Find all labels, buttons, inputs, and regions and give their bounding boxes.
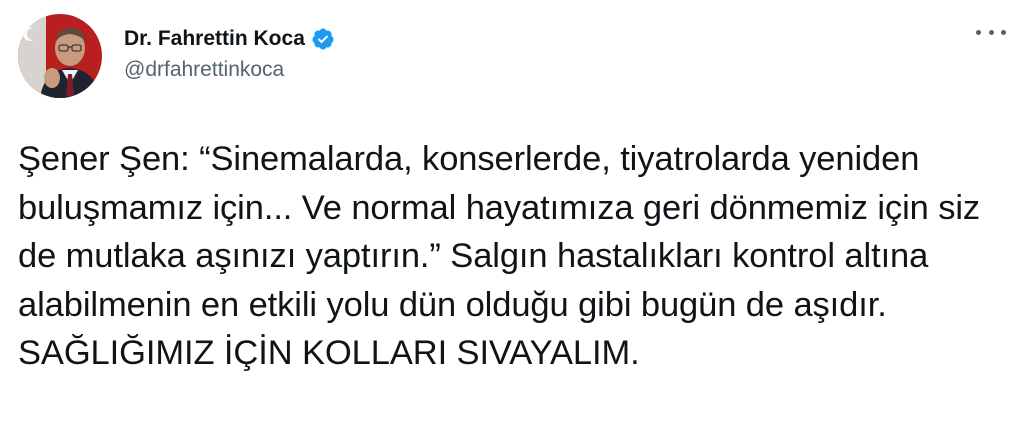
avatar-photo bbox=[18, 14, 102, 98]
verified-badge-icon bbox=[311, 27, 335, 51]
display-name[interactable]: Dr. Fahrettin Koca bbox=[124, 27, 305, 51]
tweet-text: Şener Şen: “Sinemalarda, konserlerde, ti… bbox=[18, 140, 990, 372]
more-horizontal-icon-dot bbox=[988, 29, 994, 35]
name-row: Dr. Fahrettin Koca bbox=[124, 26, 335, 52]
tweet-header: Dr. Fahrettin Koca @drfahrettinkoca bbox=[18, 14, 335, 98]
more-options-button[interactable] bbox=[976, 22, 1006, 42]
author-block: Dr. Fahrettin Koca @drfahrettinkoca bbox=[124, 26, 335, 82]
tweet-card: Dr. Fahrettin Koca @drfahrettinkoca Şene… bbox=[0, 0, 1028, 428]
handle[interactable]: @drfahrettinkoca bbox=[124, 58, 335, 82]
more-horizontal-icon bbox=[976, 29, 981, 35]
avatar[interactable] bbox=[18, 14, 102, 98]
more-horizontal-icon-dot bbox=[1001, 29, 1006, 35]
